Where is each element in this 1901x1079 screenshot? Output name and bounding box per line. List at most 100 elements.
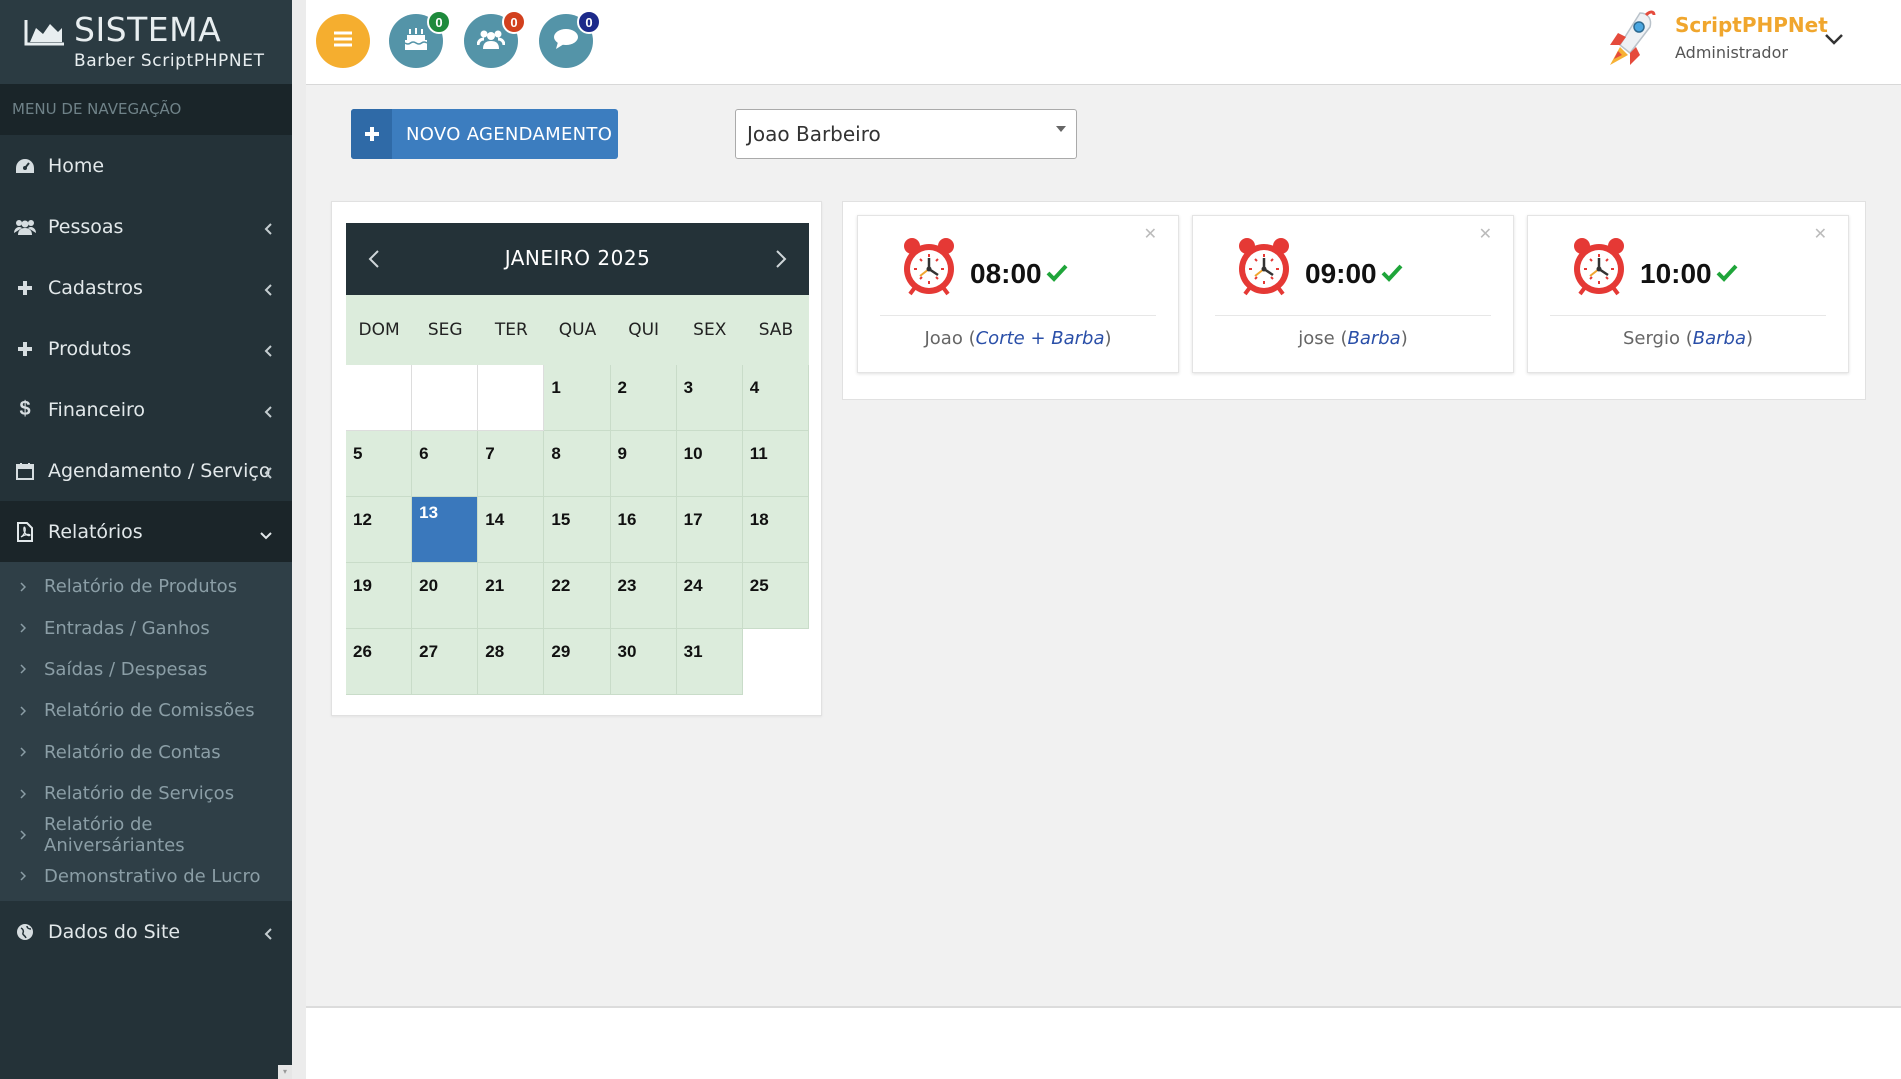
footer	[306, 1006, 1901, 1079]
check-icon	[1716, 264, 1738, 286]
calendar-day[interactable]: 10	[676, 431, 743, 497]
clients-button[interactable]: 0	[464, 10, 526, 68]
sidebar-item-label: Home	[48, 154, 105, 177]
submenu-item[interactable]: Relatório de Serviços	[0, 773, 292, 814]
rocket-avatar-icon[interactable]	[1596, 7, 1656, 79]
birthdays-button[interactable]: 0	[389, 10, 451, 68]
chevron-left-icon	[264, 462, 272, 484]
chat-bubble-icon	[553, 28, 579, 54]
brand[interactable]: SISTEMA Barber ScriptPHPNET	[0, 0, 292, 84]
appointment-card[interactable]: ✕ 10:00 Sergio (Barba)	[1527, 215, 1849, 373]
close-icon[interactable]: ✕	[1144, 224, 1157, 243]
appointment-time: 09:00	[1305, 258, 1377, 289]
submenu-item[interactable]: Saídas / Despesas	[0, 649, 292, 690]
calendar-day[interactable]: 25	[742, 563, 809, 629]
calendar-grid: 1 2 3 4 5 6 7 8 9 10 11 12 13 14 15 16 17 18 19 20 21 22 23 24 2…	[346, 365, 809, 695]
sidebar-item-pessoas[interactable]: Pessoas	[0, 196, 292, 257]
calendar-day[interactable]: 6	[412, 431, 479, 497]
calendar-day[interactable]: 27	[412, 629, 479, 695]
weekday-label: TER	[494, 320, 528, 340]
submenu-item[interactable]: Relatório de Contas	[0, 732, 292, 773]
calendar-header: JANEIRO 2025	[346, 223, 809, 295]
appointment-time: 10:00	[1640, 258, 1712, 289]
calendar-day[interactable]: 8	[544, 431, 611, 497]
chevron-right-icon	[20, 830, 26, 840]
appointment-card[interactable]: ✕ 09:00 jose (Barba)	[1192, 215, 1514, 373]
submenu-item[interactable]: Relatório de Produtos	[0, 566, 292, 607]
barber-select[interactable]: Joao Barbeiro	[735, 109, 1077, 159]
calendar-day[interactable]: 11	[742, 431, 809, 497]
calendar-day[interactable]: 4	[742, 365, 809, 431]
calendar-day[interactable]: 28	[478, 629, 545, 695]
calendar-day[interactable]: 20	[412, 563, 479, 629]
messages-count-badge: 0	[577, 10, 601, 34]
user-role: Administrador	[1675, 43, 1788, 62]
chevron-right-icon	[20, 623, 26, 633]
calendar-day[interactable]: 17	[676, 497, 743, 563]
close-icon[interactable]: ✕	[1479, 224, 1492, 243]
chevron-right-icon[interactable]	[775, 249, 787, 273]
calendar-panel: JANEIRO 2025 DOM SEG TER QUA QUI SEX SAB…	[331, 201, 822, 716]
calendar-day[interactable]: 29	[544, 629, 611, 695]
calendar-day[interactable]: 5	[346, 431, 413, 497]
sidebar-item-home[interactable]: Home	[0, 135, 292, 196]
sidebar-item-label: Agendamento / Serviço	[48, 459, 271, 482]
plus-icon	[14, 277, 36, 299]
calendar-day[interactable]: 24	[676, 563, 743, 629]
chevron-right-icon	[20, 789, 26, 799]
sidebar-item-cadastros[interactable]: Cadastros	[0, 257, 292, 318]
calendar-day[interactable]: 18	[742, 497, 809, 563]
submenu-item-label: Relatório de Aniversáriantes	[44, 814, 185, 857]
chevron-right-icon	[20, 871, 26, 881]
check-icon	[1381, 264, 1403, 286]
calendar-day[interactable]: 31	[676, 629, 743, 695]
calendar-day[interactable]: 9	[610, 431, 677, 497]
calendar-day[interactable]: 3	[676, 365, 743, 431]
sidebar-item-financeiro[interactable]: $ Financeiro	[0, 379, 292, 440]
appointment-client: jose (Barba)	[1298, 328, 1408, 349]
submenu-item[interactable]: Entradas / Ganhos	[0, 607, 292, 648]
calendar-day[interactable]: 30	[610, 629, 677, 695]
submenu-item[interactable]: Demonstrativo de Lucro	[0, 856, 292, 897]
submenu-item[interactable]: Relatório de Aniversáriantes	[0, 814, 292, 857]
client-name: Joao	[924, 328, 963, 349]
sidebar-item-produtos[interactable]: Produtos	[0, 318, 292, 379]
submenu-item-label: Relatório de Comissões	[44, 700, 255, 722]
new-appointment-button[interactable]: NOVO AGENDAMENTO	[351, 109, 618, 159]
calendar-week-row: 26 27 28 29 30 31	[346, 629, 809, 695]
sidebar-item-relatorios[interactable]: Relatórios	[0, 501, 292, 562]
caret-down-icon	[1056, 126, 1066, 132]
submenu-item[interactable]: Relatório de Comissões	[0, 690, 292, 731]
close-icon[interactable]: ✕	[1814, 224, 1827, 243]
sidebar: SISTEMA Barber ScriptPHPNET MENU DE NAVE…	[0, 0, 292, 1079]
sidebar-item-agendamento[interactable]: Agendamento / Serviço	[0, 440, 292, 501]
calendar-day[interactable]: 19	[346, 563, 413, 629]
calendar-day[interactable]: 14	[478, 497, 545, 563]
submenu-item-label: Relatório de Serviços	[44, 783, 235, 805]
dashboard-icon	[14, 155, 36, 177]
clients-count-badge: 0	[502, 10, 526, 34]
calendar-day[interactable]: 16	[610, 497, 677, 563]
gutter	[292, 0, 306, 1079]
calendar-day[interactable]: 21	[478, 563, 545, 629]
calendar-day[interactable]: 15	[544, 497, 611, 563]
menu-toggle-button[interactable]	[316, 14, 370, 68]
user-name[interactable]: ScriptPHPNet	[1675, 13, 1828, 37]
messages-button[interactable]: 0	[539, 10, 601, 68]
users-icon	[476, 29, 506, 53]
calendar-day[interactable]: 1	[544, 365, 611, 431]
chevron-down-icon[interactable]	[1824, 30, 1844, 49]
scroll-down-arrow[interactable]: ▾	[278, 1065, 292, 1079]
calendar-day[interactable]: 26	[346, 629, 413, 695]
calendar-day[interactable]: 12	[346, 497, 413, 563]
sidebar-item-label: Financeiro	[48, 398, 145, 421]
calendar-day[interactable]: 2	[610, 365, 677, 431]
sidebar-item-dados-site[interactable]: Dados do Site	[0, 901, 292, 962]
calendar-day[interactable]: 23	[610, 563, 677, 629]
appointment-card[interactable]: ✕ 08:00 Joao (Corte + Barba)	[857, 215, 1179, 373]
calendar-day[interactable]: 13	[412, 497, 479, 563]
weekday-label: SEX	[693, 320, 727, 340]
calendar-day[interactable]: 22	[544, 563, 611, 629]
calendar-day[interactable]: 7	[478, 431, 545, 497]
users-icon	[14, 216, 36, 238]
